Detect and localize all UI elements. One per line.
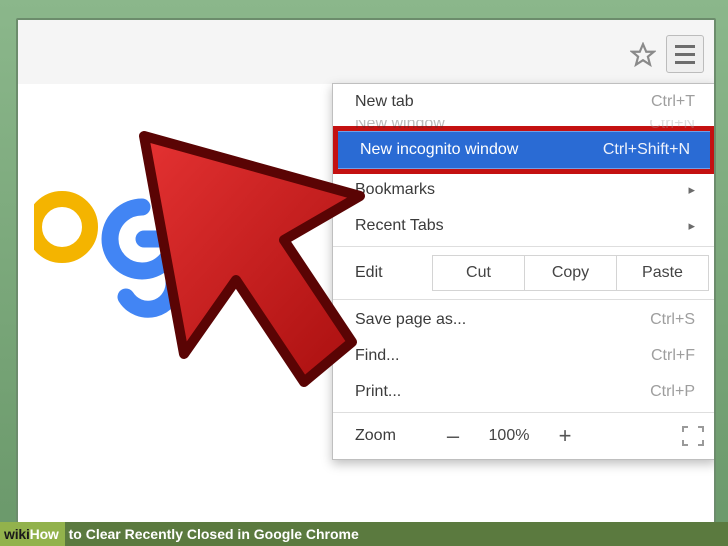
menu-shortcut: Ctrl+F <box>651 347 695 365</box>
wikihow-badge: wikiHow <box>0 522 65 546</box>
hamburger-menu-button[interactable] <box>666 35 704 73</box>
menu-shortcut: Ctrl+Shift+N <box>603 141 690 159</box>
submenu-arrow-icon: ▸ <box>688 218 695 234</box>
caption-title: to Clear Recently Closed in Google Chrom… <box>69 526 359 542</box>
menu-label: Zoom <box>355 427 433 445</box>
menu-item-new-incognito-window[interactable]: New incognito window Ctrl+Shift+N <box>338 131 710 169</box>
brand-how: How <box>30 526 59 542</box>
menu-shortcut: Ctrl+S <box>650 311 695 329</box>
menu-item-new-tab[interactable]: New tab Ctrl+T <box>333 84 715 120</box>
menu-label: New incognito window <box>360 141 518 159</box>
menu-zoom-row: Zoom – 100% + <box>333 415 715 459</box>
menu-item-new-window[interactable]: New window Ctrl+N <box>333 120 715 128</box>
toolbar <box>18 20 714 86</box>
menu-item-print[interactable]: Print... Ctrl+P <box>333 374 715 410</box>
edit-paste-button[interactable]: Paste <box>616 255 709 291</box>
menu-label: New tab <box>355 93 414 111</box>
submenu-arrow-icon: ▸ <box>688 182 695 198</box>
menu-shortcut: Ctrl+T <box>651 93 695 111</box>
menu-separator <box>333 299 715 300</box>
menu-label: Find... <box>355 347 399 365</box>
browser-window: New tab Ctrl+T New window Ctrl+N New inc… <box>16 18 716 532</box>
edit-cut-button[interactable]: Cut <box>432 255 525 291</box>
menu-shortcut: Ctrl+P <box>650 383 695 401</box>
menu-separator <box>333 412 715 413</box>
menu-label: New window <box>355 120 445 128</box>
bookmark-star-icon[interactable] <box>630 42 656 68</box>
zoom-value: 100% <box>473 427 545 445</box>
menu-label: Bookmarks <box>355 181 435 199</box>
chrome-menu: New tab Ctrl+T New window Ctrl+N New inc… <box>332 83 716 460</box>
brand-wiki: wiki <box>4 526 30 542</box>
menu-item-find[interactable]: Find... Ctrl+F <box>333 338 715 374</box>
menu-item-bookmarks[interactable]: Bookmarks ▸ <box>333 172 715 208</box>
zoom-out-button[interactable]: – <box>433 426 473 446</box>
menu-label: Recent Tabs <box>355 217 444 235</box>
zoom-in-button[interactable]: + <box>545 426 585 446</box>
google-logo-partial <box>34 179 234 329</box>
menu-label: Print... <box>355 383 401 401</box>
edit-copy-button[interactable]: Copy <box>524 255 617 291</box>
menu-label: Edit <box>355 264 433 282</box>
menu-item-save-page-as[interactable]: Save page as... Ctrl+S <box>333 302 715 338</box>
caption-bar: wikiHow to Clear Recently Closed in Goog… <box>0 522 728 546</box>
menu-label: Save page as... <box>355 311 466 329</box>
highlighted-menu-item-frame: New incognito window Ctrl+Shift+N <box>333 126 715 174</box>
menu-shortcut: Ctrl+N <box>649 120 695 128</box>
menu-edit-row: Edit Cut Copy Paste <box>333 249 715 297</box>
menu-item-recent-tabs[interactable]: Recent Tabs ▸ <box>333 208 715 244</box>
fullscreen-icon[interactable] <box>681 425 705 447</box>
menu-separator <box>333 246 715 247</box>
